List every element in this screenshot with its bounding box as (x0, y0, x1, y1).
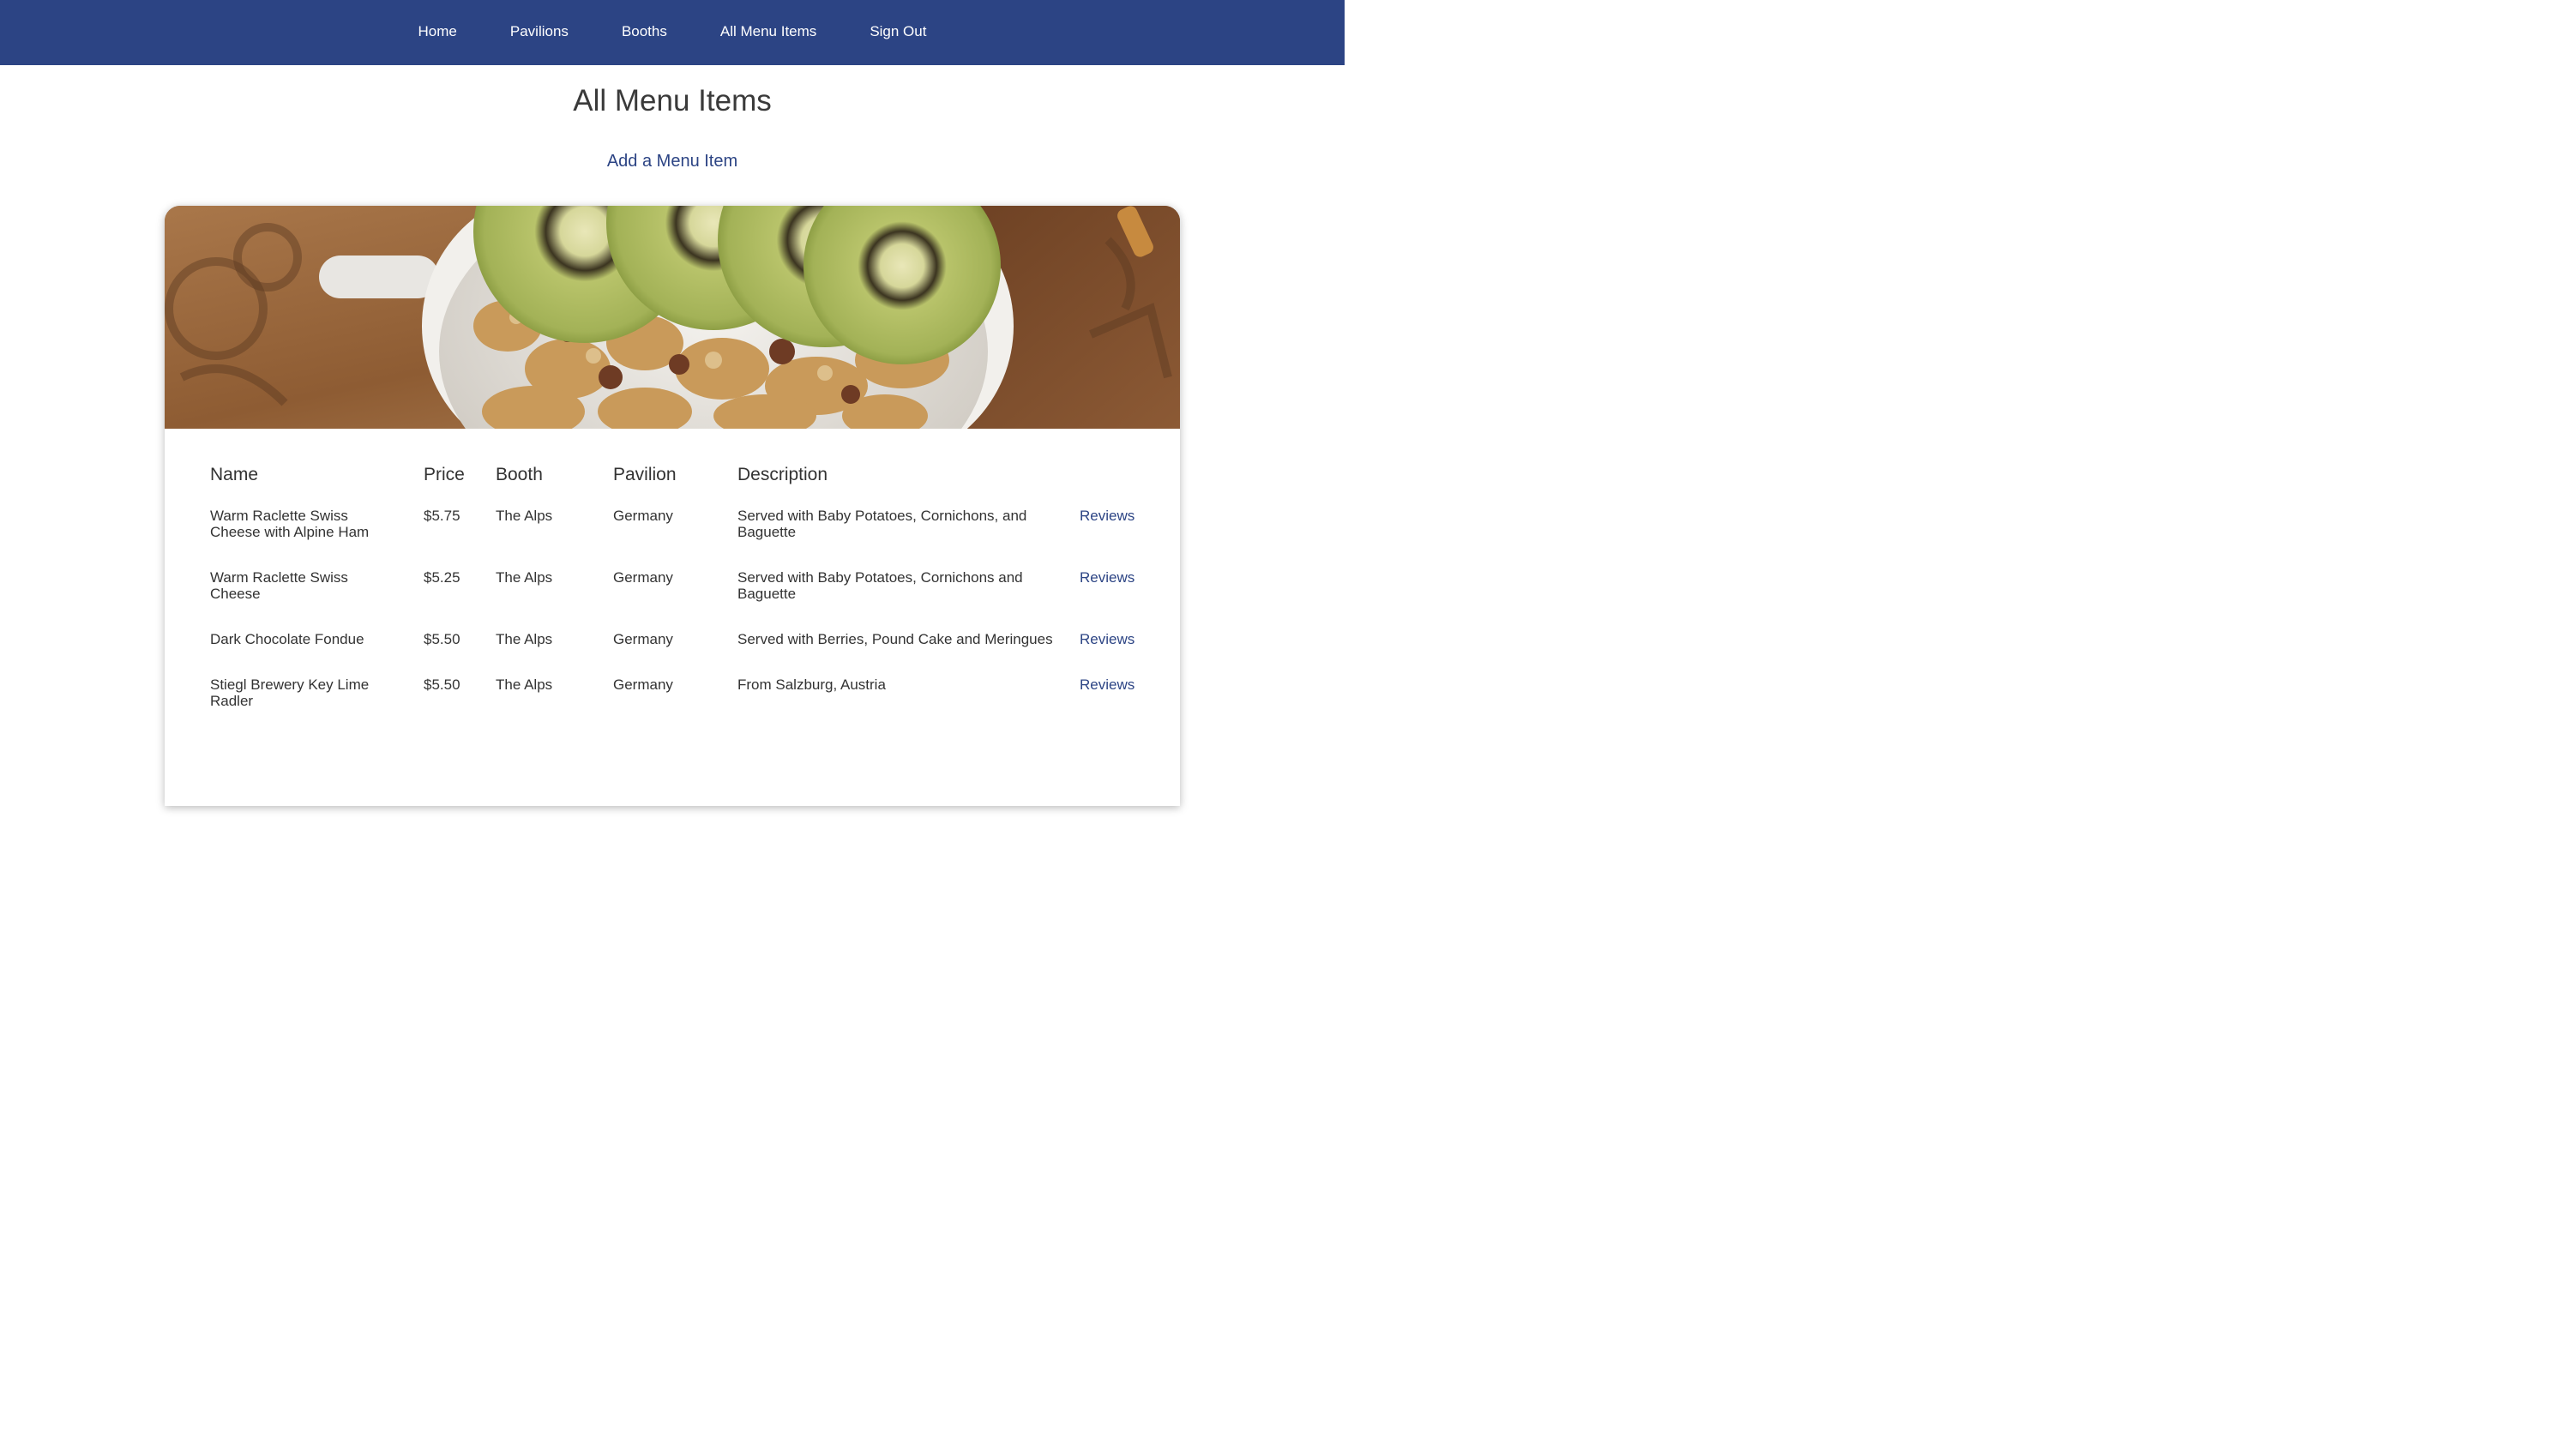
item-description: Served with Baby Potatoes, Cornichons, a… (737, 508, 1027, 540)
column-header-price: Price (424, 465, 465, 484)
table-row: Stiegl Brewery Key Lime Radler $5.50 The… (210, 676, 1148, 719)
item-price: $5.50 (424, 631, 460, 647)
column-header-booth: Booth (496, 465, 543, 484)
item-pavilion: Germany (613, 508, 673, 524)
add-menu-item-link[interactable]: Add a Menu Item (0, 152, 1345, 171)
nav-sign-out-link[interactable]: Sign Out (870, 23, 926, 40)
reviews-link[interactable]: Reviews (1080, 508, 1135, 524)
reviews-link[interactable]: Reviews (1080, 676, 1135, 693)
item-booth: The Alps (496, 569, 553, 586)
item-price: $5.25 (424, 569, 460, 586)
reviews-link[interactable]: Reviews (1080, 631, 1135, 647)
column-header-pavilion: Pavilion (613, 465, 677, 484)
item-description: From Salzburg, Austria (737, 676, 886, 693)
item-booth: The Alps (496, 631, 553, 647)
table-row: Warm Raclette Swiss Cheese $5.25 The Alp… (210, 569, 1148, 631)
nav-pavilions-link[interactable]: Pavilions (510, 23, 569, 40)
table-row: Warm Raclette Swiss Cheese with Alpine H… (210, 508, 1148, 569)
item-description: Served with Baby Potatoes, Cornichons an… (737, 569, 1023, 602)
column-header-name: Name (210, 465, 259, 484)
table-header-row: Name Price Booth Pavilion Description (210, 465, 1148, 508)
item-pavilion: Germany (613, 569, 673, 586)
item-name: Stiegl Brewery Key Lime Radler (210, 676, 370, 709)
hero-food-image (165, 206, 1180, 429)
item-booth: The Alps (496, 676, 553, 693)
item-pavilion: Germany (613, 676, 673, 693)
reviews-link[interactable]: Reviews (1080, 569, 1135, 586)
column-header-description: Description (737, 465, 828, 484)
item-price: $5.50 (424, 676, 460, 693)
item-name: Warm Raclette Swiss Cheese with Alpine H… (210, 508, 370, 540)
page-title: All Menu Items (573, 84, 772, 117)
top-navbar: Home Pavilions Booths All Menu Items Sig… (0, 0, 1345, 65)
item-description: Served with Berries, Pound Cake and Meri… (737, 631, 1053, 647)
menu-items-table: Name Price Booth Pavilion Description Wa… (210, 465, 1148, 719)
item-price: $5.75 (424, 508, 460, 524)
granola-kiwi-bowl-image (165, 206, 1180, 429)
nav-home-link[interactable]: Home (418, 23, 457, 40)
nav-all-menu-items-link[interactable]: All Menu Items (720, 23, 816, 40)
nav-booths-link[interactable]: Booths (622, 23, 667, 40)
menu-items-card: Name Price Booth Pavilion Description Wa… (165, 206, 1180, 806)
item-booth: The Alps (496, 508, 553, 524)
column-header-actions (1080, 465, 1148, 508)
item-pavilion: Germany (613, 631, 673, 647)
item-name: Warm Raclette Swiss Cheese (210, 569, 348, 602)
item-name: Dark Chocolate Fondue (210, 631, 364, 647)
table-row: Dark Chocolate Fondue $5.50 The Alps Ger… (210, 631, 1148, 676)
